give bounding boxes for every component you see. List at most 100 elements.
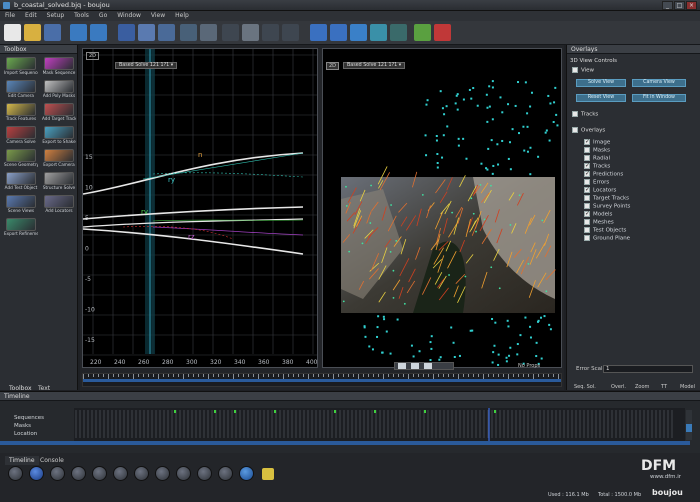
checkbox-icon[interactable] (584, 138, 590, 145)
key-prev-icon[interactable] (155, 466, 170, 481)
overlay-tab-2[interactable]: Zoom (631, 383, 653, 391)
overlay-predictions[interactable]: Predictions (584, 170, 623, 178)
checkbox-icon[interactable] (584, 170, 590, 177)
tool-scene-geometry[interactable]: Scene Geometry (4, 149, 38, 171)
overlay-tab-4[interactable]: Model (676, 383, 699, 391)
save-icon[interactable] (44, 24, 61, 41)
step-forward-icon[interactable] (113, 466, 128, 481)
timeline-row-sequences[interactable]: Sequences (4, 414, 74, 422)
tracker-icon[interactable] (138, 24, 155, 41)
menu-help[interactable]: Help (170, 11, 194, 20)
checkbox-icon[interactable] (584, 195, 590, 201)
image-view[interactable]: 2D Based Solve 121 1?1 ▾ (322, 48, 562, 368)
overlay-image[interactable]: Image (584, 138, 610, 146)
frame-scrubber[interactable] (82, 373, 562, 387)
overlay-locators[interactable]: Locators (584, 186, 616, 194)
overlay-models[interactable]: Models (584, 210, 612, 218)
key-next-icon[interactable] (176, 466, 191, 481)
checkbox-icon[interactable] (584, 147, 590, 153)
checkbox-icon[interactable] (584, 210, 590, 217)
tool-structure-solve[interactable]: Structure Solve (42, 172, 76, 194)
orbit-icon[interactable] (350, 24, 367, 41)
checkbox-icon[interactable] (584, 235, 590, 241)
gear-small-icon[interactable] (423, 363, 432, 369)
tab-console[interactable]: Console (36, 456, 68, 465)
rotate-icon[interactable] (370, 24, 387, 41)
graph-view-selector[interactable]: Based Solve 121 1?1 ▾ (115, 62, 178, 69)
locator-add-icon[interactable] (414, 24, 431, 41)
overlay-tab-3[interactable]: TT (657, 383, 671, 391)
locator-remove-icon[interactable] (434, 24, 451, 41)
open-folder-icon[interactable] (24, 24, 41, 41)
timeline-scroll[interactable] (0, 441, 690, 445)
flag-icon[interactable] (262, 468, 274, 480)
menu-setup[interactable]: Setup (42, 11, 69, 20)
menu-file[interactable]: File (0, 11, 20, 20)
tool-scene-views[interactable]: Scene Views (4, 195, 38, 217)
timeline-scroll-thumb[interactable] (686, 424, 692, 432)
reset-view-button[interactable]: Reset View (576, 94, 626, 102)
undo-icon[interactable] (70, 24, 87, 41)
timeline-scrollbar[interactable] (686, 410, 692, 440)
timeline-row-masks[interactable]: Masks (4, 422, 74, 430)
tool-edit-camera[interactable]: Edit Camera (4, 80, 38, 102)
checkbox-icon[interactable] (584, 219, 590, 225)
fit-window-button[interactable]: Fit in Window (632, 94, 686, 102)
key-set-icon[interactable] (197, 466, 212, 481)
view-option-icon[interactable] (158, 24, 175, 41)
tool-mask-sequence[interactable]: Mask Sequence (42, 57, 76, 79)
menu-window[interactable]: Window (112, 11, 146, 20)
timeline-track-area[interactable] (74, 408, 685, 442)
graph-view[interactable]: ryrvnrz151050-5-10-15-20-252202402602803… (82, 48, 318, 368)
overlay-errors[interactable]: Errors (584, 179, 609, 186)
overlay-test-objects[interactable]: Test Objects (584, 227, 626, 234)
checkbox-icon[interactable] (584, 227, 590, 233)
layout-table-icon[interactable] (282, 24, 299, 41)
layout-grid-icon[interactable] (200, 24, 217, 41)
layout-split-icon[interactable] (222, 24, 239, 41)
play-small-icon[interactable] (398, 363, 406, 369)
stop-icon[interactable] (29, 466, 44, 481)
solve-view-button[interactable]: Solve View (576, 79, 626, 87)
overlay-survey-points[interactable]: Survey Points (584, 203, 630, 210)
maximize-button[interactable]: □ (674, 1, 685, 10)
overlay-tab-0[interactable]: Seq. Sol. (570, 383, 600, 391)
overlay-ground-plane[interactable]: Ground Plane (584, 235, 630, 242)
go-start-icon[interactable] (8, 466, 23, 481)
checkbox-icon[interactable] (584, 186, 590, 193)
tracks-expand-icon[interactable] (572, 111, 578, 117)
pan-icon[interactable] (330, 24, 347, 41)
tool-export-camera[interactable]: Export Camera (42, 149, 76, 171)
overlay-tab-1[interactable]: Overl. (607, 383, 630, 391)
fit-icon[interactable] (390, 24, 407, 41)
new-file-icon[interactable] (4, 24, 21, 41)
error-scale-input[interactable]: 1 (603, 365, 693, 373)
overlay-radial[interactable]: Radial (584, 155, 610, 162)
overlay-tracks[interactable]: Tracks (584, 162, 610, 170)
layout-quad-icon[interactable] (242, 24, 259, 41)
view-expand-icon[interactable] (572, 67, 578, 73)
tool-add-test-object[interactable]: Add Test Object (4, 172, 38, 194)
menu-tools[interactable]: Tools (69, 11, 94, 20)
layout-list-icon[interactable] (262, 24, 279, 41)
tool-add-locators[interactable]: Add Locators (42, 195, 76, 217)
step-back-icon[interactable] (50, 466, 65, 481)
checkbox-icon[interactable] (584, 162, 590, 169)
checkbox-icon[interactable] (584, 155, 590, 161)
tool-track-features[interactable]: Track Features (4, 103, 38, 125)
timeline-row-location[interactable]: Location (4, 430, 74, 438)
overlay-target-tracks[interactable]: Target Tracks (584, 195, 629, 202)
tab-timeline[interactable]: Timeline (5, 456, 39, 465)
tool-import-sequence[interactable]: Import Sequence (4, 57, 38, 79)
loop-icon[interactable] (218, 466, 233, 481)
go-end-icon[interactable] (134, 466, 149, 481)
sync-icon[interactable] (239, 466, 254, 481)
tool-export-refinement[interactable]: Export Refinement (4, 218, 38, 240)
redo-icon[interactable] (90, 24, 107, 41)
menu-go[interactable]: Go (94, 11, 112, 20)
camera-view-button[interactable]: Camera View (632, 79, 686, 87)
navigate-icon[interactable] (310, 24, 327, 41)
camera-view-icon[interactable] (118, 24, 135, 41)
menu-edit[interactable]: Edit (20, 11, 42, 20)
layout-single-icon[interactable] (180, 24, 197, 41)
